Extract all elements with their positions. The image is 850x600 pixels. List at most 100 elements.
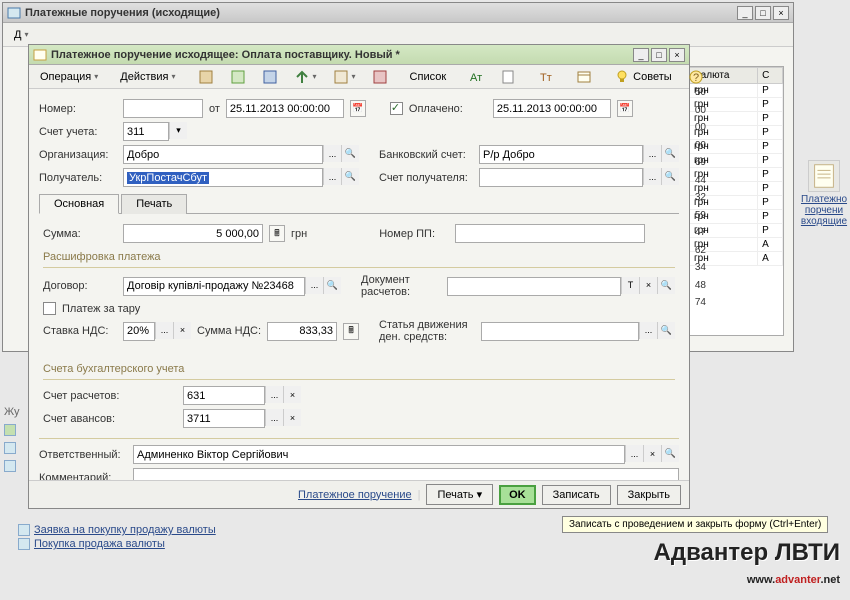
cashflow-input[interactable] bbox=[481, 322, 639, 341]
sidebar-link-2[interactable]: порчени bbox=[798, 205, 850, 216]
actions-button[interactable]: Действия▾ bbox=[113, 67, 182, 87]
help-icon: ? bbox=[688, 69, 704, 85]
paid-label: Оплачено: bbox=[409, 103, 463, 115]
bottom-links: Заявка на покупку продажу валюты Покупка… bbox=[18, 522, 216, 552]
resp-clear-button[interactable]: × bbox=[643, 445, 661, 462]
payee-select-button[interactable]: ... bbox=[323, 168, 341, 185]
tool-icon-7[interactable]: Ат bbox=[461, 67, 491, 87]
vat-sum-input[interactable]: 833,33 bbox=[267, 322, 337, 341]
vat-rate-input[interactable]: 20% bbox=[123, 322, 155, 341]
close-button[interactable]: Закрыть bbox=[617, 485, 681, 505]
paid-date-input[interactable]: 25.11.2013 00:00:00 bbox=[493, 99, 611, 118]
payee-search-button[interactable]: 🔍 bbox=[341, 168, 359, 185]
sidebar-link-3[interactable]: входящие bbox=[798, 216, 850, 227]
journal-icon-2[interactable] bbox=[4, 442, 20, 454]
outer-minimize-button[interactable]: _ bbox=[737, 6, 753, 20]
paid-checkbox[interactable] bbox=[390, 102, 403, 115]
contract-select-button[interactable]: ... bbox=[305, 277, 323, 294]
tips-button[interactable]: Советы bbox=[607, 67, 678, 87]
tab-main[interactable]: Основная bbox=[39, 194, 119, 214]
link-currency-trade[interactable]: Покупка продажа валюты bbox=[18, 538, 216, 550]
tool-icon-1[interactable] bbox=[191, 67, 221, 87]
outer-toolbar-item[interactable]: Д▾ bbox=[7, 25, 35, 45]
account-input[interactable]: 311 bbox=[123, 122, 169, 141]
save-button[interactable]: Записать bbox=[542, 485, 611, 505]
doc-search-button[interactable]: 🔍 bbox=[657, 277, 675, 294]
sidebar-link-1[interactable]: Платежно bbox=[798, 194, 850, 205]
resp-select-button[interactable]: ... bbox=[625, 445, 643, 462]
sidebar-shortcut[interactable]: Платежно порчени входящие bbox=[798, 160, 850, 227]
outer-close-button[interactable]: × bbox=[773, 6, 789, 20]
sum-input[interactable]: 5 000,00 bbox=[123, 224, 263, 243]
settle-clear-button[interactable]: × bbox=[283, 386, 301, 403]
dialog-maximize-button[interactable]: □ bbox=[651, 48, 667, 62]
resp-search-button[interactable]: 🔍 bbox=[661, 445, 679, 462]
resp-input[interactable]: Админенко Віктор Сергійович bbox=[133, 445, 625, 464]
bank-select-button[interactable]: ... bbox=[643, 145, 661, 162]
advance-clear-button[interactable]: × bbox=[283, 409, 301, 426]
advance-select-button[interactable]: ... bbox=[265, 409, 283, 426]
doc-input[interactable] bbox=[447, 277, 621, 296]
org-select-button[interactable]: ... bbox=[323, 145, 341, 162]
payee-input[interactable]: УкрПостачСбут bbox=[123, 168, 323, 187]
doc-link[interactable]: Платежное поручение bbox=[298, 489, 412, 501]
tool-icon-6[interactable] bbox=[365, 67, 395, 87]
tool-icon-9[interactable]: Тт bbox=[531, 67, 561, 87]
doc-t-button[interactable]: T bbox=[621, 277, 639, 294]
doc-clear-button[interactable]: × bbox=[639, 277, 657, 294]
journal-icon-1[interactable] bbox=[4, 424, 20, 436]
tare-label: Платеж за тару bbox=[62, 303, 140, 315]
vat-rate-select-button[interactable]: ... bbox=[155, 322, 173, 339]
contract-input[interactable]: Договір купівлі-продажу №23468 bbox=[123, 277, 305, 296]
bank-input[interactable]: Р/р Добро bbox=[479, 145, 643, 164]
tool-icon-8[interactable] bbox=[493, 67, 523, 87]
tare-checkbox[interactable] bbox=[43, 302, 56, 315]
tool-icon-3[interactable] bbox=[255, 67, 285, 87]
list-button[interactable]: Список bbox=[403, 67, 454, 87]
tool-icon-4[interactable]: ▾ bbox=[287, 67, 324, 87]
dialog-toolbar: Операция▾ Действия▾ ▾ ▾ Список Ат Тт Сов… bbox=[29, 65, 689, 89]
resp-label: Ответственный: bbox=[39, 449, 127, 461]
outer-maximize-button[interactable]: □ bbox=[755, 6, 771, 20]
link-currency-request[interactable]: Заявка на покупку продажу валюты bbox=[18, 524, 216, 536]
grid-header-c[interactable]: С bbox=[758, 68, 783, 84]
payee-acct-input[interactable] bbox=[479, 168, 643, 187]
dialog-close-button[interactable]: × bbox=[669, 48, 685, 62]
journal-icon-3[interactable] bbox=[4, 460, 20, 472]
advance-input[interactable]: 3711 bbox=[183, 409, 265, 428]
tab-print[interactable]: Печать bbox=[121, 194, 187, 214]
calc-icon-2[interactable]: 🖩 bbox=[343, 323, 359, 340]
account-label: Счет учета: bbox=[39, 126, 117, 138]
tool-icon-10[interactable] bbox=[569, 67, 599, 87]
dialog-minimize-button[interactable]: _ bbox=[633, 48, 649, 62]
contract-search-button[interactable]: 🔍 bbox=[323, 277, 341, 294]
date-from-input[interactable]: 25.11.2013 00:00:00 bbox=[226, 99, 344, 118]
pp-input[interactable] bbox=[455, 224, 645, 243]
payee-label: Получатель: bbox=[39, 172, 117, 184]
tool-icon-5[interactable]: ▾ bbox=[326, 67, 363, 87]
account-dropdown-button[interactable]: ▾ bbox=[169, 122, 187, 139]
print-button[interactable]: Печать ▾ bbox=[426, 484, 493, 505]
bank-search-button[interactable]: 🔍 bbox=[661, 145, 679, 162]
cashflow-select-button[interactable]: ... bbox=[639, 322, 657, 339]
advance-label: Счет авансов: bbox=[43, 413, 177, 425]
calendar-icon-2[interactable]: 📅 bbox=[617, 100, 633, 117]
calendar-icon[interactable]: 📅 bbox=[350, 100, 366, 117]
org-search-button[interactable]: 🔍 bbox=[341, 145, 359, 162]
journal-label: Жу bbox=[4, 406, 20, 418]
decode-title: Расшифровка платежа bbox=[43, 251, 675, 263]
payee-acct-search-button[interactable]: 🔍 bbox=[661, 168, 679, 185]
settle-input[interactable]: 631 bbox=[183, 386, 265, 405]
vat-rate-clear-button[interactable]: × bbox=[173, 322, 191, 339]
payee-acct-select-button[interactable]: ... bbox=[643, 168, 661, 185]
cashflow-search-button[interactable]: 🔍 bbox=[657, 322, 675, 339]
ok-button[interactable]: OK bbox=[499, 485, 536, 505]
tool-icon-2[interactable] bbox=[223, 67, 253, 87]
number-input[interactable] bbox=[123, 99, 203, 118]
org-input[interactable]: Добро bbox=[123, 145, 323, 164]
document-icon bbox=[808, 160, 840, 192]
calc-icon[interactable]: 🖩 bbox=[269, 225, 285, 242]
settle-select-button[interactable]: ... bbox=[265, 386, 283, 403]
contract-label: Договор: bbox=[43, 280, 117, 292]
operation-button[interactable]: Операция▾ bbox=[33, 67, 105, 87]
